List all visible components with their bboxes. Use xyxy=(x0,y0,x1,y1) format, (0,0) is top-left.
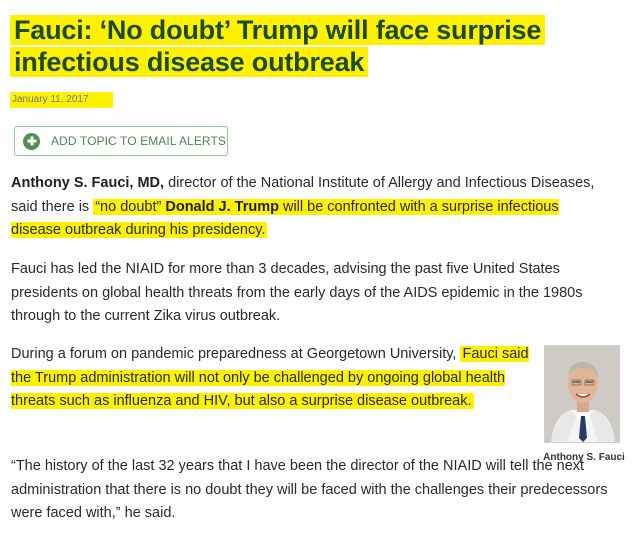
highlight-quote: “no doubt” Donald J. Trump will be confr… xyxy=(11,198,559,239)
plus-circle-icon xyxy=(23,132,40,150)
alert-button-label: ADD TOPIC TO EMAIL ALERTS xyxy=(51,134,227,148)
highlight-trump-name: Donald J. Trump xyxy=(165,198,279,215)
paragraph-4: “The history of the last 32 years that I… xyxy=(11,458,608,521)
author-name: Anthony S. Fauci, MD, xyxy=(11,175,165,191)
add-topic-email-alerts-button[interactable]: ADD TOPIC TO EMAIL ALERTS xyxy=(14,126,228,156)
article-title: Fauci: ‘No doubt’ Trump will face surpri… xyxy=(10,14,620,78)
fauci-photo xyxy=(544,345,620,443)
highlight-no-doubt: “no doubt” xyxy=(95,198,166,215)
title-line-2: infectious disease outbreak xyxy=(10,47,369,77)
title-line-1: Fauci: ‘No doubt’ Trump will face surpri… xyxy=(10,15,546,45)
highlight-rest: will be confronted with a surprise infec… xyxy=(11,198,559,239)
portrait-image xyxy=(545,346,619,442)
paragraph-2: Fauci has led the NIAID for more than 3 … xyxy=(11,261,583,324)
paragraph-3-text: During a forum on pandemic preparedness … xyxy=(11,346,461,362)
paragraph-1: Anthony S. Fauci, MD, director of the Na… xyxy=(11,172,611,243)
publish-date: January 11, 2017 xyxy=(10,92,113,108)
paragraph-3: During a forum on pandemic preparedness … xyxy=(11,343,546,414)
